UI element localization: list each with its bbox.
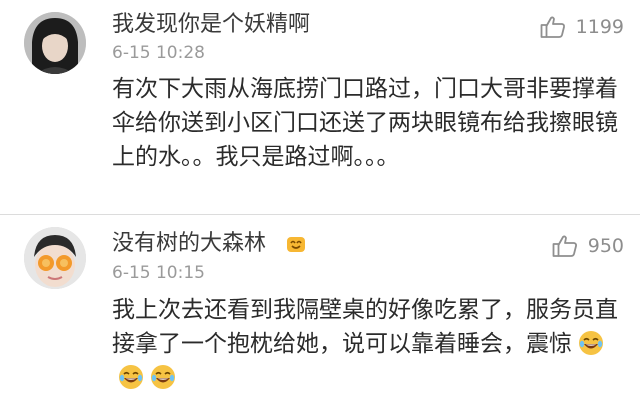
username[interactable]: 没有树的大森林 (112, 231, 266, 257)
comment-text: 有次下大雨从海底捞门口路过，门口大哥非要撑着伞给你送到小区门口还送了两块眼镜布给… (112, 76, 618, 170)
like-button[interactable]: 950 (552, 234, 624, 258)
comment-text-content: 我上次去还看到我隔壁桌的好像吃累了，服务员直接拿了一个抱枕给她，说可以靠着睡会，… (112, 297, 618, 357)
username[interactable]: 我发现你是个妖精啊 (112, 12, 310, 38)
thumbs-up-icon (552, 234, 578, 258)
comment-time: 6-15 10:28 (112, 43, 205, 63)
comment-item: 我发现你是个妖精啊 6-15 10:28 1199 有次下大雨从海底捞门口路过，… (0, 0, 640, 212)
avatar[interactable] (24, 227, 86, 289)
user-badge-icon (286, 234, 306, 254)
thumbs-up-icon (540, 15, 566, 39)
comment-text: 我上次去还看到我隔壁桌的好像吃累了，服务员直接拿了一个抱枕给她，说可以靠着睡会，… (112, 293, 627, 395)
laugh-cry-emoji-icon (578, 330, 604, 356)
avatar[interactable] (24, 12, 86, 74)
comment-item: 没有树的大森林 6-15 10:15 950 我上次去还看到我隔壁桌的好像吃累了… (0, 215, 640, 402)
like-count: 1199 (575, 16, 624, 38)
laugh-cry-emoji-icon (118, 364, 144, 390)
laugh-cry-emoji-icon (150, 364, 176, 390)
like-button[interactable]: 1199 (540, 15, 624, 39)
like-count: 950 (587, 235, 624, 257)
comment-time: 6-15 10:15 (112, 263, 205, 283)
